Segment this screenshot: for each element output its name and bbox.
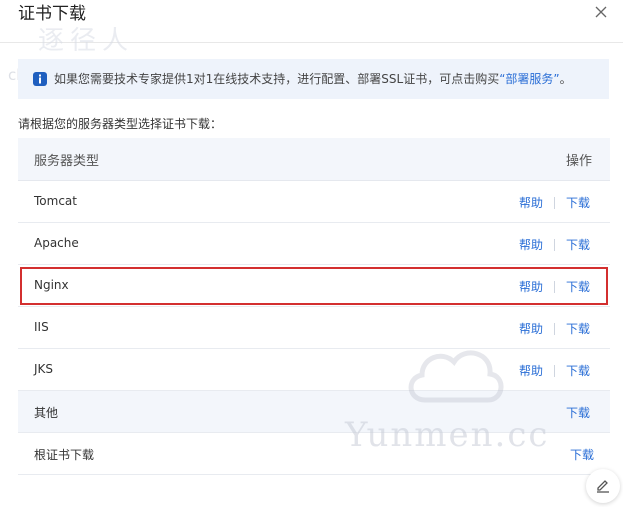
certificate-download-dialog: 证书下载 逐径人 chuhou 如果您需要技术专家提供1对1在线技术支持，进行配… (0, 0, 623, 507)
notice-message: 如果您需要技术专家提供1对1在线技术支持，进行配置、部署SSL证书，可点击购买 (54, 72, 500, 86)
table-row-other: 其他 下载 (18, 391, 610, 433)
download-link[interactable]: 下载 (566, 194, 590, 211)
table-row-iis: IIS 帮助 下载 (18, 307, 610, 349)
help-link[interactable]: 帮助 (519, 194, 543, 211)
dialog-header: 证书下载 (0, 0, 623, 43)
server-type-table: 服务器类型 操作 Tomcat 帮助 下载 Apache 帮助 下载 Nginx… (18, 138, 610, 475)
action-divider (553, 280, 555, 293)
row-actions: 帮助 下载 (519, 278, 590, 295)
row-actions: 帮助 下载 (519, 236, 590, 253)
help-link[interactable]: 帮助 (519, 236, 543, 253)
server-name: Nginx (34, 278, 69, 292)
download-link[interactable]: 下载 (566, 236, 590, 253)
notice-suffix: 。 (559, 72, 572, 86)
action-divider (553, 364, 555, 377)
deploy-service-link[interactable]: “部署服务” (499, 72, 559, 86)
notice-text: 如果您需要技术专家提供1对1在线技术支持，进行配置、部署SSL证书，可点击购买“… (54, 70, 572, 88)
table-row-root-cert: 根证书下载 下载 (18, 433, 610, 475)
server-name: JKS (34, 362, 54, 376)
server-name: Tomcat (34, 194, 77, 208)
row-actions: 下载 (570, 446, 594, 463)
row-actions: 帮助 下载 (519, 194, 590, 211)
download-link[interactable]: 下载 (566, 278, 590, 295)
server-name: Apache (34, 236, 79, 250)
table-row-apache: Apache 帮助 下载 (18, 223, 610, 265)
close-button[interactable] (593, 4, 609, 20)
download-link[interactable]: 下载 (566, 320, 590, 337)
edit-button[interactable] (586, 469, 620, 503)
server-name: IIS (34, 320, 49, 334)
table-row-nginx: Nginx 帮助 下载 (18, 265, 610, 307)
download-link[interactable]: 下载 (566, 362, 590, 379)
instruction-text: 请根据您的服务器类型选择证书下载： (18, 117, 223, 131)
download-link[interactable]: 下载 (570, 446, 594, 463)
close-icon (595, 6, 607, 18)
row-actions: 帮助 下载 (519, 320, 590, 337)
row-actions: 帮助 下载 (519, 362, 590, 379)
info-icon (33, 72, 47, 86)
action-divider (553, 196, 555, 209)
table-row-tomcat: Tomcat 帮助 下载 (18, 181, 610, 223)
server-name: 其他 (34, 406, 59, 420)
table-header: 服务器类型 操作 (18, 138, 610, 181)
server-name: 根证书下载 (34, 448, 95, 462)
notice-banner: 如果您需要技术专家提供1对1在线技术支持，进行配置、部署SSL证书，可点击购买“… (18, 59, 609, 99)
column-header-action: 操作 (565, 154, 592, 169)
action-divider (553, 322, 555, 335)
table-row-jks: JKS 帮助 下载 (18, 349, 610, 391)
help-link[interactable]: 帮助 (519, 362, 543, 379)
action-divider (553, 238, 555, 251)
download-link[interactable]: 下载 (566, 404, 590, 421)
edit-pen-icon (597, 480, 609, 493)
row-actions: 下载 (566, 404, 590, 421)
help-link[interactable]: 帮助 (519, 320, 543, 337)
column-header-type: 服务器类型 (34, 154, 100, 169)
dialog-title: 证书下载 (18, 4, 86, 24)
help-link[interactable]: 帮助 (519, 278, 543, 295)
